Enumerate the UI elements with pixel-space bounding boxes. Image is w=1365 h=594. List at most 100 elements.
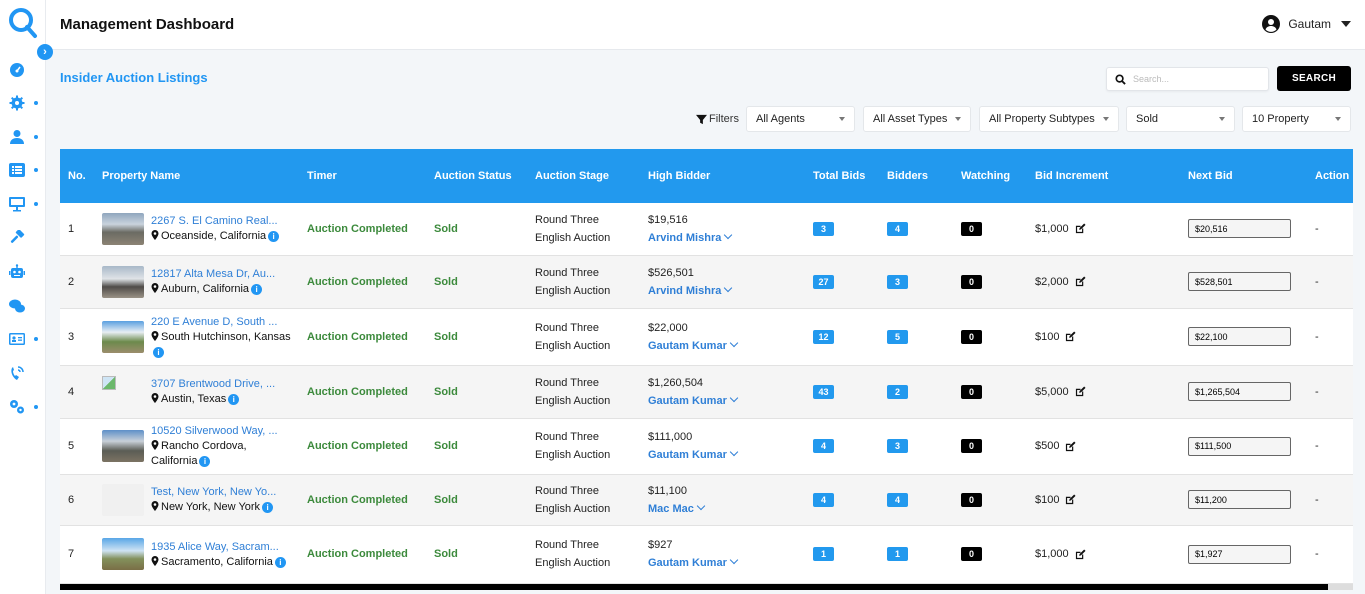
watching-badge: 0: [961, 274, 982, 289]
sidebar-item-contacts[interactable]: [9, 329, 41, 349]
map-pin-icon: [151, 330, 159, 341]
horizontal-scrollbar[interactable]: [60, 584, 1353, 590]
sidebar-item-advanced-settings[interactable]: [9, 397, 41, 417]
bidders-badge: 4: [887, 492, 908, 507]
info-icon[interactable]: i: [199, 456, 211, 467]
sidebar-item-listings[interactable]: [9, 160, 41, 180]
next-bid-input[interactable]: [1188, 544, 1291, 564]
property-thumbnail[interactable]: [102, 375, 144, 408]
edit-icon[interactable]: [1075, 223, 1086, 234]
property-name-link[interactable]: Test, New York, New Yo...: [151, 484, 276, 500]
next-bid-input[interactable]: [1188, 272, 1291, 291]
high-bidder-dropdown[interactable]: Mac Mac: [648, 500, 797, 518]
high-bidder: $526,501 Arvind Mishra: [640, 255, 805, 309]
sidebar-toggle-button[interactable]: ›: [37, 44, 53, 60]
next-bid-cell: [1180, 418, 1307, 475]
info-icon[interactable]: i: [274, 556, 286, 568]
column-header-timer: Timer: [307, 169, 337, 182]
column-header-bid-increment: Bid Increment: [1035, 169, 1109, 182]
table-row: 1 2267 S. El Camino Real... Oceanside, C…: [60, 203, 1353, 256]
sidebar-item-messages[interactable]: [9, 296, 41, 316]
high-bidder-name: Arvind Mishra: [648, 231, 722, 244]
asset-types-select-value: All Asset Types: [873, 113, 948, 125]
property-name-link[interactable]: 2267 S. El Camino Real...: [151, 213, 279, 229]
bidders-cell: 1: [879, 525, 953, 584]
high-bidder-dropdown[interactable]: Arvind Mishra: [648, 282, 797, 300]
search-button[interactable]: SEARCH: [1277, 66, 1351, 91]
property-name-link[interactable]: 12817 Alta Mesa Dr, Au...: [151, 266, 275, 282]
edit-icon[interactable]: [1075, 276, 1086, 287]
section-title: Insider Auction Listings: [60, 70, 208, 85]
auction-type: English Auction: [535, 502, 611, 515]
watching-cell: 0: [953, 308, 1027, 366]
search-field: [1106, 67, 1269, 91]
agents-select[interactable]: All Agents: [746, 106, 855, 132]
property-name-link[interactable]: 1935 Alice Way, Sacram...: [151, 539, 286, 555]
logo-icon[interactable]: [8, 6, 38, 40]
table-header-row: No. Property Name Timer Auction Status Aucti…: [60, 149, 1353, 203]
high-bidder-dropdown[interactable]: Gautam Kumar: [648, 392, 797, 410]
next-bid-input[interactable]: [1188, 436, 1291, 456]
bidders-cell: 3: [879, 418, 953, 475]
next-bid-input[interactable]: [1188, 490, 1291, 509]
sidebar-item-settings[interactable]: [9, 93, 41, 113]
high-bidder-dropdown[interactable]: Arvind Mishra: [648, 229, 797, 247]
info-icon[interactable]: i: [228, 394, 240, 405]
chevron-down-icon: [729, 447, 739, 457]
next-bid-input[interactable]: [1188, 327, 1291, 346]
sidebar-item-display[interactable]: [9, 194, 41, 214]
property-subtypes-select-value: All Property Subtypes: [989, 113, 1095, 125]
property-thumbnail[interactable]: [102, 430, 144, 462]
edit-icon[interactable]: [1075, 548, 1086, 560]
column-header-total-bids: Total Bids: [813, 169, 866, 182]
high-bidder-name: Arvind Mishra: [648, 284, 722, 297]
timer: Auction Completed: [299, 203, 426, 256]
property-name-link[interactable]: 3707 Brentwood Drive, ...: [151, 376, 275, 392]
sidebar: ›: [0, 0, 53, 594]
info-icon[interactable]: i: [262, 502, 274, 513]
sidebar-item-bots[interactable]: [9, 262, 41, 282]
sidebar-item-auctions[interactable]: [9, 228, 41, 248]
table-row: 3 220 E Avenue D, South ... South Hutchi…: [60, 308, 1353, 366]
property-thumbnail[interactable]: [102, 483, 144, 516]
status-select[interactable]: Sold: [1126, 106, 1235, 132]
info-icon[interactable]: i: [251, 284, 263, 295]
property-name-link[interactable]: 10520 Silverwood Way, ...: [151, 423, 291, 439]
high-bidder-dropdown[interactable]: Gautam Kumar: [648, 446, 797, 464]
next-bid-input[interactable]: [1188, 219, 1291, 239]
user-menu[interactable]: Gautam: [1262, 15, 1351, 33]
scrollbar-thumb[interactable]: [60, 584, 1328, 590]
edit-icon[interactable]: [1065, 494, 1077, 505]
page-size-select[interactable]: 10 Property: [1242, 106, 1351, 132]
property-thumbnail[interactable]: [102, 538, 144, 570]
edit-icon[interactable]: [1075, 386, 1086, 397]
bidders-cell: 3: [879, 255, 953, 309]
property-thumbnail[interactable]: [102, 212, 144, 245]
caret-down-icon: [1341, 21, 1351, 27]
property-thumbnail[interactable]: [102, 265, 144, 298]
asset-types-select[interactable]: All Asset Types: [863, 106, 971, 132]
info-icon[interactable]: i: [153, 346, 164, 358]
column-header-next-bid: Next Bid: [1188, 169, 1233, 182]
next-bid-input[interactable]: [1188, 382, 1291, 401]
sidebar-item-calls[interactable]: [9, 363, 41, 383]
high-bidder-dropdown[interactable]: Gautam Kumar: [648, 554, 797, 572]
column-header-bidders: Bidders: [887, 169, 928, 182]
gear-icon: [9, 95, 25, 111]
property-subtypes-select[interactable]: All Property Subtypes: [979, 106, 1119, 132]
bid-increment-cell: $2,000: [1027, 255, 1180, 309]
property-name-link[interactable]: 220 E Avenue D, South ...: [151, 314, 291, 330]
property-thumbnail[interactable]: [102, 320, 144, 353]
info-icon[interactable]: i: [268, 231, 280, 243]
auction-type: English Auction: [535, 284, 611, 297]
sidebar-item-users[interactable]: [9, 127, 41, 147]
auction-status: Sold: [426, 474, 527, 526]
edit-icon[interactable]: [1065, 440, 1077, 452]
high-bidder-dropdown[interactable]: Gautam Kumar: [648, 337, 797, 355]
search-input[interactable]: [1133, 71, 1263, 87]
timer: Auction Completed: [299, 418, 426, 475]
sidebar-item-dashboard[interactable]: [9, 60, 41, 80]
bid-increment: $100: [1035, 330, 1060, 343]
edit-icon[interactable]: [1065, 331, 1077, 342]
listings-table: No. Property Name Timer Auction Status Aucti…: [60, 149, 1353, 585]
